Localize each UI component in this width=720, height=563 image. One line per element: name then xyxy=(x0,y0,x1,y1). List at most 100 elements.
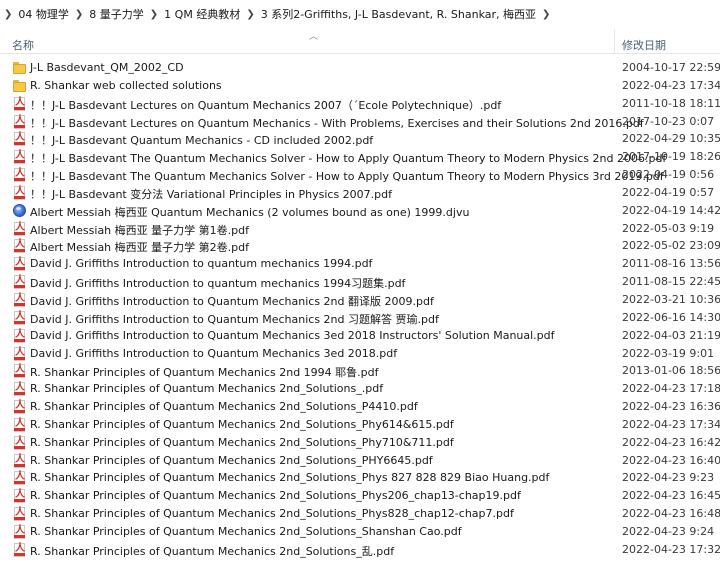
file-row[interactable]: 人 ！！J-L Basdevant Lectures on Quantum Mec… xyxy=(0,95,720,113)
breadcrumb-item[interactable]: 3 系列2-Griffiths, J-L Basdevant, R. Shank… xyxy=(261,6,536,22)
file-row[interactable]: 人 David J. Griffiths Introduction to Quan… xyxy=(0,291,720,309)
column-divider[interactable] xyxy=(614,30,615,54)
pdf-icon: 人 xyxy=(13,524,26,539)
file-date-modified: 2022-04-29 10:35 xyxy=(622,132,720,146)
file-date-modified: 2022-04-03 21:19 xyxy=(622,328,720,342)
file-date-modified: 2022-04-23 9:24 xyxy=(622,524,715,538)
file-name: ！！J-L Basdevant Quantum Mechanics - CD i… xyxy=(30,134,374,148)
file-name: R. Shankar Principles of Quantum Mechani… xyxy=(30,400,418,414)
file-name: R. Shankar Principles of Quantum Mechani… xyxy=(30,417,454,431)
file-row[interactable]: 人 R. Shankar Principles of Quantum Mechan… xyxy=(0,487,720,505)
file-date-modified: 2013-01-06 18:56 xyxy=(622,364,720,378)
folder-icon xyxy=(13,79,26,93)
file-date-modified: 2022-04-23 16:42 xyxy=(622,435,720,449)
breadcrumb-item[interactable]: 1 QM 经典教材 xyxy=(164,6,240,22)
file-date-modified: 2022-03-21 10:36 xyxy=(622,292,720,306)
folder-icon xyxy=(13,61,26,75)
pdf-icon: 人 xyxy=(13,382,26,397)
file-row[interactable]: 人 ！！J-L Basdevant Lectures on Quantum Mec… xyxy=(0,113,720,131)
chevron-right-icon[interactable]: ❯ xyxy=(246,9,254,20)
pdf-icon: 人 xyxy=(13,150,26,165)
column-header-name[interactable]: 名称 xyxy=(12,37,34,53)
file-row[interactable]: 人 ！！J-L Basdevant The Quantum Mechanics S… xyxy=(0,148,720,166)
file-name: David J. Griffiths Introduction to Quant… xyxy=(30,312,439,326)
chevron-right-icon[interactable]: ❯ xyxy=(75,9,83,20)
file-row[interactable]: 人 David J. Griffiths Introduction to Quan… xyxy=(0,345,720,363)
pdf-icon: 人 xyxy=(13,453,26,468)
file-name: Albert Messiah 梅西亚 量子力学 第2卷.pdf xyxy=(30,241,249,255)
file-row[interactable]: Albert Messiah 梅西亚 Quantum Mechanics (2 … xyxy=(0,202,720,220)
breadcrumb-item[interactable]: 04 物理学 xyxy=(18,6,69,22)
breadcrumb-item[interactable]: 8 量子力学 xyxy=(89,6,144,22)
file-name: R. Shankar Principles of Quantum Mechani… xyxy=(30,382,384,396)
file-row[interactable]: 人 R. Shankar Principles of Quantum Mechan… xyxy=(0,452,720,470)
file-name: David J. Griffiths Introduction to Quant… xyxy=(30,328,555,342)
file-date-modified: 2022-04-23 16:36 xyxy=(622,400,720,414)
file-row[interactable]: 人 R. Shankar Principles of Quantum Mechan… xyxy=(0,380,720,398)
file-row[interactable]: 人 David J. Griffiths Introduction to quan… xyxy=(0,255,720,273)
djvu-icon xyxy=(13,203,26,218)
file-date-modified: 2017-10-19 18:26 xyxy=(622,150,720,164)
column-header-date-modified[interactable]: 修改日期 xyxy=(622,37,666,53)
file-name: R. Shankar Principles of Quantum Mechani… xyxy=(30,544,395,558)
file-row[interactable]: 人 R. Shankar Principles of Quantum Mechan… xyxy=(0,398,720,416)
pdf-icon: 人 xyxy=(13,542,26,557)
file-date-modified: 2022-05-03 9:19 xyxy=(622,221,715,235)
file-row[interactable]: 人 Albert Messiah 梅西亚 量子力学 第1卷.pdf 2022-05-… xyxy=(0,220,720,238)
file-row[interactable]: 人 R. Shankar Principles of Quantum Mechan… xyxy=(0,362,720,380)
chevron-right-icon[interactable]: ❯ xyxy=(4,9,12,20)
file-row[interactable]: 人 David J. Griffiths Introduction to quan… xyxy=(0,273,720,291)
pdf-icon: 人 xyxy=(13,185,26,200)
breadcrumb: ❯ 04 物理学 ❯ 8 量子力学 ❯ 1 QM 经典教材 ❯ 3 系列2-Gr… xyxy=(0,0,720,28)
file-row[interactable]: R. Shankar web collected solutions 2022-0… xyxy=(0,77,720,95)
file-name: R. Shankar Principles of Quantum Mechani… xyxy=(30,471,550,485)
pdf-icon: 人 xyxy=(13,114,26,129)
file-name: ！！J-L Basdevant 变分法 Variational Principl… xyxy=(30,187,392,201)
file-name: J-L Basdevant_QM_2002_CD xyxy=(30,61,184,74)
pdf-icon: 人 xyxy=(13,346,26,361)
file-date-modified: 2022-03-19 9:01 xyxy=(622,346,715,360)
file-name: David J. Griffiths Introduction to quant… xyxy=(30,257,373,271)
file-name: R. Shankar Principles of Quantum Mechani… xyxy=(30,507,514,521)
file-row[interactable]: 人 ！！J-L Basdevant Quantum Mechanics - CD … xyxy=(0,130,720,148)
file-name: David J. Griffiths Introduction to Quant… xyxy=(30,294,434,308)
file-row[interactable]: 人 R. Shankar Principles of Quantum Mechan… xyxy=(0,541,720,559)
file-row[interactable]: 人 ！！J-L Basdevant 变分法 Variational Princip… xyxy=(0,184,720,202)
pdf-icon: 人 xyxy=(13,417,26,432)
file-row[interactable]: 人 R. Shankar Principles of Quantum Mechan… xyxy=(0,505,720,523)
file-date-modified: 2004-10-17 22:59 xyxy=(622,61,720,74)
column-header: ︿ 名称 修改日期 xyxy=(0,28,720,54)
file-date-modified: 2022-04-23 16:48 xyxy=(622,507,720,521)
chevron-right-icon[interactable]: ❯ xyxy=(150,9,158,20)
file-name: ！！J-L Basdevant Lectures on Quantum Mech… xyxy=(30,98,502,112)
file-row[interactable]: 人 R. Shankar Principles of Quantum Mechan… xyxy=(0,434,720,452)
file-name: David J. Griffiths Introduction to Quant… xyxy=(30,346,398,360)
file-date-modified: 2022-04-19 14:42 xyxy=(622,203,720,217)
pdf-icon: 人 xyxy=(13,435,26,450)
pdf-icon: 人 xyxy=(13,168,26,183)
file-row[interactable]: 人 R. Shankar Principles of Quantum Mechan… xyxy=(0,416,720,434)
file-date-modified: 2022-04-19 0:56 xyxy=(622,168,715,182)
file-row[interactable]: 人 David J. Griffiths Introduction to Quan… xyxy=(0,309,720,327)
file-row[interactable]: 人 R. Shankar Principles of Quantum Mechan… xyxy=(0,469,720,487)
file-name: R. Shankar Principles of Quantum Mechani… xyxy=(30,435,454,449)
file-row[interactable]: 人 David J. Griffiths Introduction to Quan… xyxy=(0,327,720,345)
file-name: David J. Griffiths Introduction to quant… xyxy=(30,277,406,291)
file-date-modified: 2022-04-23 16:45 xyxy=(622,489,720,503)
file-row[interactable]: 人 ！！J-L Basdevant The Quantum Mechanics S… xyxy=(0,166,720,184)
pdf-icon: 人 xyxy=(13,507,26,522)
file-row[interactable]: 人 Albert Messiah 梅西亚 量子力学 第2卷.pdf 2022-05-… xyxy=(0,237,720,255)
pdf-icon: 人 xyxy=(13,292,26,307)
file-row[interactable]: 人 R. Shankar Principles of Quantum Mechan… xyxy=(0,523,720,541)
pdf-icon: 人 xyxy=(13,96,26,111)
file-name: ！！J-L Basdevant The Quantum Mechanics So… xyxy=(30,170,664,184)
file-name: R. Shankar Principles of Quantum Mechani… xyxy=(30,524,462,538)
file-date-modified: 2022-04-23 16:40 xyxy=(622,453,720,467)
file-row[interactable]: J-L Basdevant_QM_2002_CD 2004-10-17 22:59 xyxy=(0,59,720,77)
pdf-icon: 人 xyxy=(13,275,26,290)
file-name: R. Shankar Principles of Quantum Mechani… xyxy=(30,366,379,380)
pdf-icon: 人 xyxy=(13,310,26,325)
pdf-icon: 人 xyxy=(13,400,26,415)
file-date-modified: 2011-10-18 18:11 xyxy=(622,96,720,110)
chevron-right-icon[interactable]: ❯ xyxy=(542,9,550,20)
